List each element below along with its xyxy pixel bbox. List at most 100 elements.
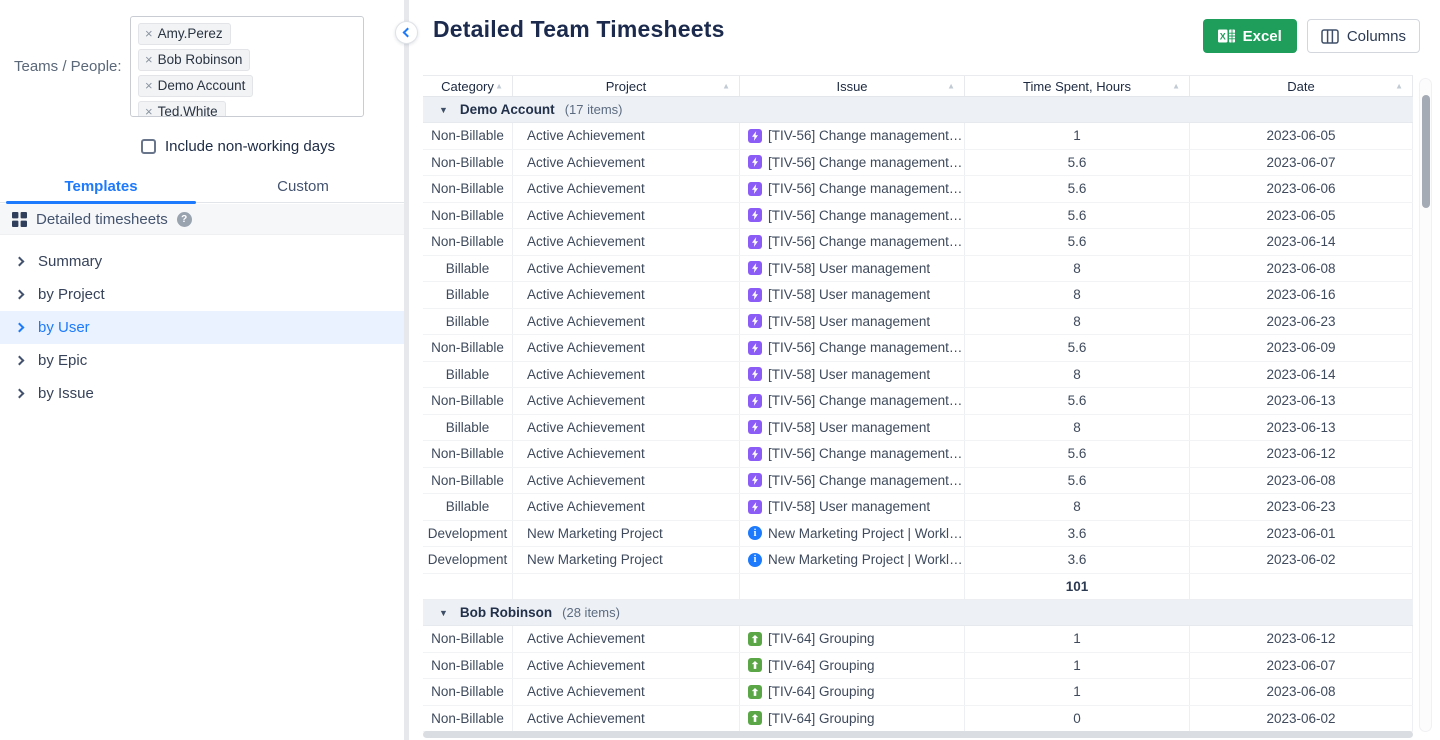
issue-label[interactable]: [TIV-56] Change management s...	[768, 181, 964, 196]
cell-date: 2023-06-12	[1190, 626, 1413, 652]
cell-time-spent: 1	[965, 123, 1190, 149]
cell-date: 2023-06-13	[1190, 415, 1413, 441]
tab-templates[interactable]: Templates	[0, 171, 202, 202]
issue-label[interactable]: [TIV-58] User management	[768, 420, 930, 435]
tab-custom[interactable]: Custom	[202, 171, 404, 202]
column-header-issue[interactable]: Issue ▲	[740, 76, 965, 96]
person-tag[interactable]: ×Amy.Perez	[138, 23, 231, 45]
improvement-icon	[748, 632, 762, 646]
cell-project: Active Achievement	[513, 176, 740, 202]
issue-label[interactable]: [TIV-58] User management	[768, 287, 930, 302]
timesheet-row[interactable]: BillableActive Achievement[TIV-58] User …	[423, 309, 1413, 336]
person-tag[interactable]: ×Ted.White	[138, 101, 226, 117]
issue-label[interactable]: [TIV-56] Change management s...	[768, 393, 964, 408]
column-header-date[interactable]: Date ▲	[1190, 76, 1413, 96]
issue-label[interactable]: [TIV-56] Change management s...	[768, 208, 964, 223]
timesheet-row[interactable]: Non-BillableActive Achievement[TIV-56] C…	[423, 123, 1413, 150]
timesheet-row[interactable]: Non-BillableActive Achievement[TIV-64] G…	[423, 679, 1413, 706]
teams-people-input[interactable]: ×Amy.Perez ×Bob Robinson ×Demo Account ×Ted…	[130, 16, 364, 117]
issue-label[interactable]: [TIV-56] Change management s...	[768, 155, 964, 170]
timesheet-row[interactable]: BillableActive Achievement[TIV-58] User …	[423, 362, 1413, 389]
issue-label[interactable]: [TIV-56] Change management s...	[768, 234, 964, 249]
sidebar-item-by-user[interactable]: by User	[0, 311, 404, 344]
issue-label[interactable]: [TIV-64] Grouping	[768, 684, 875, 699]
column-header-time-spent[interactable]: Time Spent, Hours ▲	[965, 76, 1190, 96]
horizontal-scrollbar[interactable]	[423, 731, 1413, 738]
cell-project	[513, 574, 740, 600]
sidebar-item-by-epic[interactable]: by Epic	[0, 344, 404, 377]
timesheet-row[interactable]: BillableActive Achievement[TIV-58] User …	[423, 282, 1413, 309]
cell-date: 2023-06-05	[1190, 203, 1413, 229]
cell-project: Active Achievement	[513, 441, 740, 467]
timesheet-row[interactable]: Non-BillableActive Achievement[TIV-56] C…	[423, 468, 1413, 495]
help-icon[interactable]: ?	[177, 212, 192, 227]
collapse-group-icon[interactable]: ▼	[439, 105, 448, 115]
issue-label[interactable]: [TIV-58] User management	[768, 314, 930, 329]
issue-label[interactable]: [TIV-64] Grouping	[768, 711, 875, 726]
cell-category: Non-Billable	[423, 441, 513, 467]
timesheet-row[interactable]: Non-BillableActive Achievement[TIV-56] C…	[423, 150, 1413, 177]
timesheet-row[interactable]: Non-BillableActive Achievement[TIV-56] C…	[423, 229, 1413, 256]
timesheet-row[interactable]: Non-BillableActive Achievement[TIV-56] C…	[423, 335, 1413, 362]
include-non-working-days-row[interactable]: Include non-working days	[141, 138, 335, 155]
excel-export-button[interactable]: X Excel	[1203, 19, 1297, 53]
remove-tag-icon[interactable]: ×	[145, 27, 153, 40]
cell-time-spent: 8	[965, 309, 1190, 335]
cell-time-spent: 3.6	[965, 521, 1190, 547]
issue-label[interactable]: [TIV-64] Grouping	[768, 658, 875, 673]
timesheet-row[interactable]: DevelopmentNew Marketing ProjectiNew Mar…	[423, 547, 1413, 574]
collapse-sidebar-button[interactable]	[395, 21, 418, 44]
vertical-scrollbar[interactable]	[1419, 78, 1432, 732]
cell-issue: [TIV-64] Grouping	[740, 626, 965, 652]
cell-issue: [TIV-56] Change management s...	[740, 229, 965, 255]
cell-issue: [TIV-56] Change management s...	[740, 176, 965, 202]
timesheet-row[interactable]: Non-BillableActive Achievement[TIV-56] C…	[423, 388, 1413, 415]
sidebar-tabs: Templates Custom	[0, 171, 404, 203]
collapse-group-icon[interactable]: ▼	[439, 608, 448, 618]
cell-time-spent: 5.6	[965, 388, 1190, 414]
remove-tag-icon[interactable]: ×	[145, 105, 153, 117]
person-tag[interactable]: ×Bob Robinson	[138, 49, 250, 71]
issue-label[interactable]: [TIV-56] Change management s...	[768, 473, 964, 488]
remove-tag-icon[interactable]: ×	[145, 79, 153, 92]
issue-label[interactable]: New Marketing Project | Worklog	[768, 552, 964, 567]
issue-label[interactable]: [TIV-56] Change management s...	[768, 446, 964, 461]
timesheet-row[interactable]: BillableActive Achievement[TIV-58] User …	[423, 256, 1413, 283]
timesheet-row[interactable]: Non-BillableActive Achievement [TIV-56] C…	[423, 441, 1413, 468]
epic-icon	[748, 473, 762, 487]
column-header-category[interactable]: Category ▲	[423, 76, 513, 96]
issue-label[interactable]: [TIV-64] Grouping	[768, 631, 875, 646]
columns-button[interactable]: Columns	[1307, 19, 1420, 53]
cell-issue: [TIV-58] User management	[740, 362, 965, 388]
issue-label[interactable]: [TIV-56] Change management s...	[768, 340, 964, 355]
sidebar-item-summary[interactable]: Summary	[0, 245, 404, 278]
sidebar-item-by-project[interactable]: by Project	[0, 278, 404, 311]
issue-label[interactable]: [TIV-58] User management	[768, 261, 930, 276]
timesheet-row[interactable]: Non-BillableActive Achievement[TIV-64] G…	[423, 706, 1413, 733]
issue-label[interactable]: [TIV-58] User management	[768, 367, 930, 382]
timesheet-row[interactable]: BillableActive Achievement[TIV-58] User …	[423, 494, 1413, 521]
cell-category: Non-Billable	[423, 679, 513, 705]
issue-label[interactable]: [TIV-58] User management	[768, 499, 930, 514]
timesheet-row[interactable]: Non-BillableActive Achievement[TIV-56] C…	[423, 176, 1413, 203]
person-tag[interactable]: ×Demo Account	[138, 75, 253, 97]
group-header-row[interactable]: ▼Demo Account(17 items)	[423, 97, 1413, 123]
column-header-project[interactable]: Project ▲	[513, 76, 740, 96]
timesheet-row[interactable]: Non-BillableActive Achievement[TIV-56] C…	[423, 203, 1413, 230]
timesheet-row[interactable]: Non-BillableActive Achievement[TIV-64] G…	[423, 626, 1413, 653]
cell-date: 2023-06-14	[1190, 229, 1413, 255]
sidebar-item-by-issue[interactable]: by Issue	[0, 377, 404, 410]
cell-time-spent: 1	[965, 653, 1190, 679]
cell-category: Non-Billable	[423, 653, 513, 679]
cell-project: New Marketing Project	[513, 521, 740, 547]
issue-label[interactable]: New Marketing Project | Worklog	[768, 526, 964, 541]
vertical-scrollbar-thumb[interactable]	[1422, 95, 1430, 208]
timesheet-row[interactable]: BillableActive Achievement[TIV-58] User …	[423, 415, 1413, 442]
remove-tag-icon[interactable]: ×	[145, 53, 153, 66]
include-non-working-days-checkbox[interactable]	[141, 139, 156, 154]
group-header-row[interactable]: ▼Bob Robinson(28 items)	[423, 600, 1413, 626]
cell-project: Active Achievement	[513, 335, 740, 361]
timesheet-row[interactable]: Non-BillableActive Achievement[TIV-64] G…	[423, 653, 1413, 680]
timesheet-row[interactable]: DevelopmentNew Marketing ProjectiNew Mar…	[423, 521, 1413, 548]
issue-label[interactable]: [TIV-56] Change management s...	[768, 128, 964, 143]
